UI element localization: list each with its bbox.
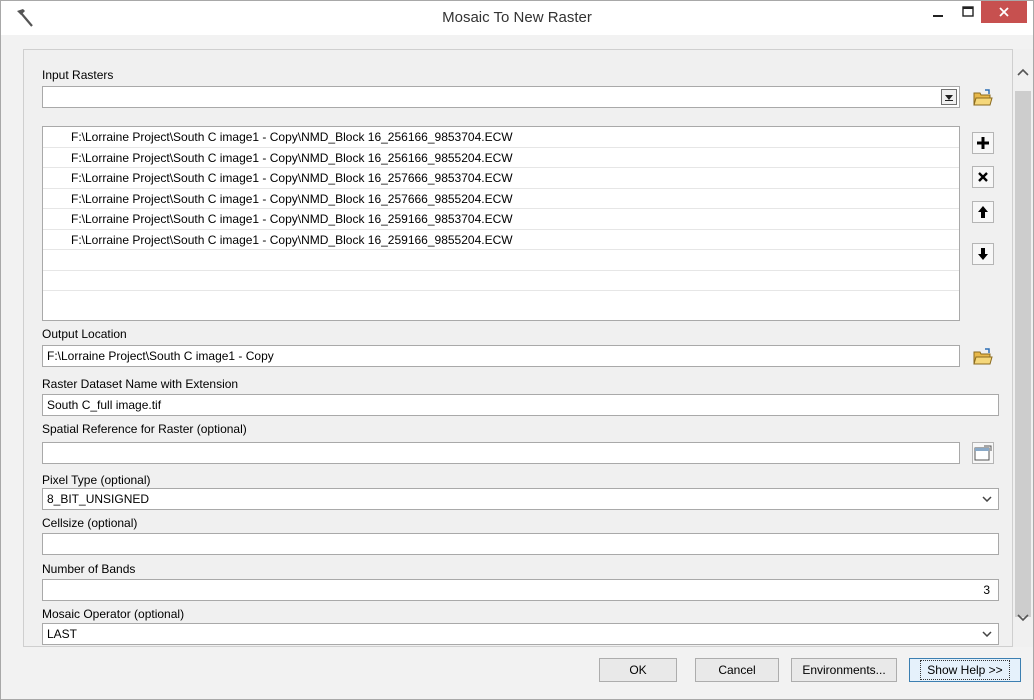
maximize-button[interactable] [953, 1, 983, 23]
move-up-button[interactable] [972, 201, 994, 223]
close-button[interactable] [981, 1, 1027, 23]
dropdown-arrow-icon[interactable] [941, 89, 957, 105]
move-down-button[interactable] [972, 243, 994, 265]
raster-name-input[interactable]: South C_full image.tif [42, 394, 999, 416]
mosaic-operator-select[interactable]: LAST [42, 623, 999, 645]
list-item[interactable]: F:\Lorraine Project\South C image1 - Cop… [43, 230, 959, 250]
output-location-label: Output Location [42, 327, 127, 341]
input-rasters-list[interactable]: F:\Lorraine Project\South C image1 - Cop… [42, 126, 960, 321]
maximize-icon [962, 6, 974, 17]
number-of-bands-input[interactable]: 3 [42, 579, 999, 601]
input-rasters-label: Input Rasters [42, 68, 114, 82]
spatial-reference-label: Spatial Reference for Raster (optional) [42, 422, 247, 436]
show-help-button[interactable]: Show Help >> [909, 658, 1021, 682]
delete-x-icon [978, 172, 988, 182]
list-item-empty[interactable] [43, 250, 959, 271]
folder-open-icon [973, 89, 993, 106]
output-location-input[interactable]: F:\Lorraine Project\South C image1 - Cop… [42, 345, 960, 367]
add-raster-button[interactable] [972, 132, 994, 154]
minimize-icon [933, 15, 943, 17]
mosaic-operator-value: LAST [47, 627, 78, 641]
arrow-down-icon [978, 248, 988, 260]
environments-button[interactable]: Environments... [791, 658, 897, 682]
window-title: Mosaic To New Raster [442, 9, 592, 26]
cellsize-label: Cellsize (optional) [42, 516, 138, 530]
browse-output-location-button[interactable] [972, 346, 994, 368]
vertical-scrollbar[interactable] [1013, 49, 1033, 647]
list-item[interactable]: F:\Lorraine Project\South C image1 - Cop… [43, 209, 959, 230]
input-rasters-dropdown[interactable] [42, 86, 960, 108]
remove-raster-button[interactable] [972, 166, 994, 188]
list-item[interactable]: F:\Lorraine Project\South C image1 - Cop… [43, 168, 959, 189]
browse-input-rasters-button[interactable] [972, 87, 994, 109]
scroll-down-icon[interactable] [1015, 609, 1031, 627]
spatial-reference-properties-button[interactable] [972, 442, 994, 464]
list-item[interactable]: F:\Lorraine Project\South C image1 - Cop… [43, 189, 959, 209]
list-item[interactable]: F:\Lorraine Project\South C image1 - Cop… [43, 127, 959, 148]
cancel-button[interactable]: Cancel [695, 658, 779, 682]
mosaic-dialog-window: Mosaic To New Raster Input Rasters F:\Lo… [0, 0, 1034, 700]
chevron-down-icon[interactable] [979, 491, 995, 507]
spatial-reference-input[interactable] [42, 442, 960, 464]
minimize-button[interactable] [923, 1, 953, 23]
scrollbar-thumb[interactable] [1015, 91, 1031, 617]
title-bar[interactable]: Mosaic To New Raster [1, 1, 1033, 35]
ok-button[interactable]: OK [599, 658, 677, 682]
chevron-down-icon[interactable] [979, 626, 995, 642]
arrow-up-icon [978, 206, 988, 218]
raster-name-label: Raster Dataset Name with Extension [42, 377, 239, 391]
properties-icon [974, 445, 992, 461]
cellsize-input[interactable] [42, 533, 999, 555]
close-icon [999, 7, 1009, 17]
mosaic-operator-label: Mosaic Operator (optional) [42, 607, 185, 621]
show-help-label: Show Help >> [920, 660, 1010, 680]
list-item-empty[interactable] [43, 271, 959, 291]
list-item-empty[interactable] [43, 291, 959, 312]
scroll-up-icon[interactable] [1015, 63, 1031, 81]
folder-open-icon [973, 348, 993, 365]
list-item[interactable]: F:\Lorraine Project\South C image1 - Cop… [43, 148, 959, 168]
pixel-type-value: 8_BIT_UNSIGNED [47, 492, 150, 506]
pixel-type-select[interactable]: 8_BIT_UNSIGNED [42, 488, 999, 510]
pixel-type-label: Pixel Type (optional) [42, 473, 151, 487]
plus-icon [977, 137, 989, 149]
number-of-bands-label: Number of Bands [42, 562, 136, 576]
